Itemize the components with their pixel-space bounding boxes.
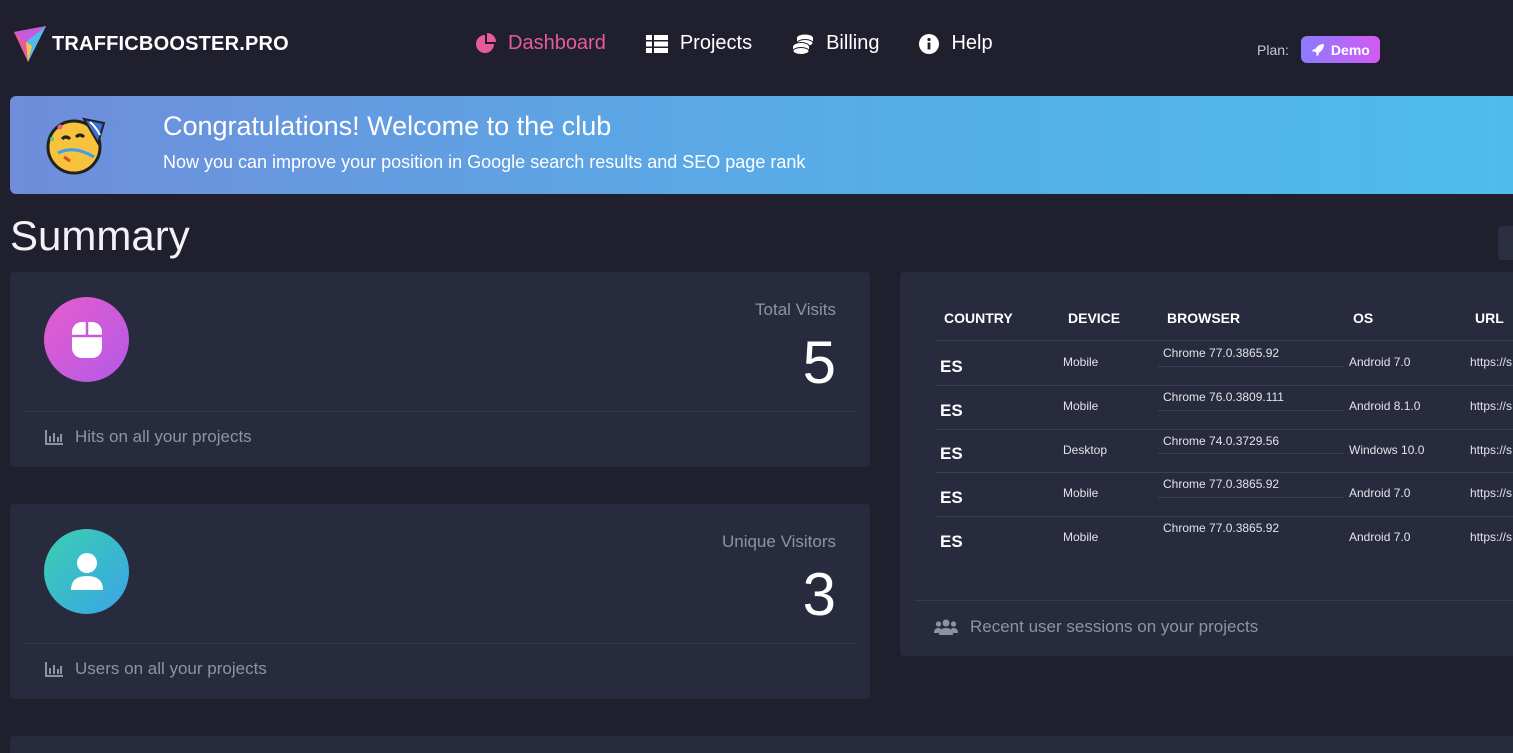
cell-country: ES bbox=[940, 401, 963, 420]
card-divider bbox=[915, 600, 1513, 601]
banner-subtitle: Now you can improve your position in Goo… bbox=[163, 152, 806, 172]
cell-country: ES bbox=[940, 444, 963, 463]
mouse-icon bbox=[71, 321, 102, 358]
cell-os: Android 7.0 bbox=[1349, 355, 1411, 369]
cell-country: ES bbox=[940, 488, 963, 507]
total-visits-card: Total Visits 5 Hits on all your projects bbox=[10, 272, 870, 467]
total-visits-label: Total Visits bbox=[755, 300, 836, 319]
nav-label-projects: Projects bbox=[679, 32, 753, 54]
cell-url[interactable]: https://s bbox=[1470, 443, 1512, 457]
row-divider bbox=[935, 385, 1513, 386]
plan-badge[interactable]: Demo bbox=[1300, 36, 1380, 63]
paper-plane-logo-icon bbox=[14, 26, 46, 62]
browser-cell-rule bbox=[1158, 366, 1343, 367]
browser-cell-rule bbox=[1158, 410, 1343, 411]
table-header-rule bbox=[935, 340, 1513, 341]
unique-visitors-label: Unique Visitors bbox=[721, 532, 836, 551]
brand-logo[interactable]: TRAFFICBOOSTER.PRO bbox=[12, 24, 289, 64]
recent-sessions-card: COUNTRY DEVICE BROWSER OS URL ES Mobile … bbox=[900, 272, 1513, 656]
col-header-country[interactable]: COUNTRY bbox=[944, 310, 1013, 326]
unique-visitors-card: Unique Visitors 3 Users on all your proj… bbox=[10, 504, 870, 699]
nav-item-billing[interactable]: Billing bbox=[792, 32, 879, 55]
bar-chart-icon bbox=[45, 661, 63, 677]
table-icon bbox=[645, 34, 668, 53]
unique-visitors-value: 3 bbox=[802, 561, 836, 628]
browser-cell-rule bbox=[1158, 497, 1343, 498]
bar-chart-icon bbox=[45, 429, 63, 445]
unique-visitors-footer-text: Users on all your projects bbox=[75, 659, 267, 678]
top-header: TRAFFICBOOSTER.PRO Dashboard Projects Bi… bbox=[0, 0, 1513, 92]
nav-item-projects[interactable]: Projects bbox=[645, 32, 753, 55]
brand-name: TRAFFICBOOSTER.PRO bbox=[52, 32, 289, 55]
cell-device: Mobile bbox=[1063, 399, 1099, 413]
cell-device: Mobile bbox=[1063, 486, 1099, 500]
info-icon bbox=[919, 33, 940, 54]
cell-country: ES bbox=[940, 357, 963, 376]
nav-item-dashboard[interactable]: Dashboard bbox=[474, 32, 606, 55]
coins-icon bbox=[792, 34, 814, 55]
row-divider bbox=[935, 429, 1513, 430]
total-visits-value: 5 bbox=[802, 329, 836, 396]
plan-value: Demo bbox=[1330, 41, 1370, 58]
rocket-icon bbox=[1311, 43, 1324, 56]
cell-browser: Chrome 74.0.3729.56 bbox=[1163, 434, 1280, 448]
recent-sessions-footer-text: Recent user sessions on your projects bbox=[970, 617, 1259, 636]
nav-label-dashboard: Dashboard bbox=[508, 32, 606, 54]
page-title: Summary bbox=[10, 212, 190, 259]
plan-label: Plan: bbox=[1257, 41, 1289, 58]
row-divider bbox=[935, 516, 1513, 517]
main-nav: Dashboard Projects Billing Help bbox=[474, 32, 1033, 55]
cell-browser: Chrome 77.0.3865.92 bbox=[1163, 477, 1280, 491]
bottom-card bbox=[10, 736, 1513, 753]
row-divider bbox=[935, 472, 1513, 473]
nav-label-help: Help bbox=[951, 32, 993, 54]
cell-country: ES bbox=[940, 532, 963, 551]
nav-label-billing: Billing bbox=[826, 32, 880, 54]
cell-browser: Chrome 76.0.3809.111 bbox=[1163, 390, 1284, 404]
cell-os: Android 7.0 bbox=[1349, 486, 1411, 500]
cell-browser: Chrome 77.0.3865.92 bbox=[1163, 346, 1280, 360]
plan-indicator: Plan: Demo bbox=[1257, 36, 1380, 63]
cell-device: Desktop bbox=[1063, 443, 1108, 457]
banner-title: Congratulations! Welcome to the club bbox=[163, 111, 612, 141]
card-divider bbox=[24, 411, 856, 412]
col-header-browser[interactable]: BROWSER bbox=[1167, 310, 1240, 326]
col-header-os[interactable]: OS bbox=[1353, 310, 1373, 326]
cell-device: Mobile bbox=[1063, 355, 1099, 369]
party-face-icon bbox=[46, 117, 106, 175]
nav-item-help[interactable]: Help bbox=[919, 32, 993, 55]
browser-cell-rule bbox=[1158, 453, 1343, 454]
welcome-banner: Congratulations! Welcome to the club Now… bbox=[10, 96, 1513, 194]
cell-os: Android 7.0 bbox=[1349, 530, 1411, 544]
cell-device: Mobile bbox=[1063, 530, 1099, 544]
pie-chart-icon bbox=[476, 32, 496, 53]
summary-action-button[interactable] bbox=[1498, 226, 1513, 260]
cell-browser: Chrome 77.0.3865.92 bbox=[1163, 521, 1280, 535]
mouse-icon-circle bbox=[44, 297, 129, 382]
user-icon-circle bbox=[44, 529, 129, 614]
col-header-device[interactable]: DEVICE bbox=[1068, 310, 1120, 326]
cell-os: Android 8.1.0 bbox=[1349, 399, 1421, 413]
unique-visitors-footer: Users on all your projects bbox=[45, 659, 267, 679]
user-icon bbox=[70, 552, 103, 590]
users-icon bbox=[934, 619, 958, 635]
cell-url[interactable]: https://s bbox=[1470, 355, 1512, 369]
cell-url[interactable]: https://s bbox=[1470, 486, 1512, 500]
cell-url[interactable]: https://s bbox=[1470, 399, 1512, 413]
recent-sessions-footer: Recent user sessions on your projects bbox=[934, 617, 1258, 637]
card-divider bbox=[24, 643, 856, 644]
total-visits-footer: Hits on all your projects bbox=[45, 427, 252, 447]
col-header-url[interactable]: URL bbox=[1475, 310, 1504, 326]
cell-url[interactable]: https://s bbox=[1470, 530, 1512, 544]
cell-os: Windows 10.0 bbox=[1349, 443, 1425, 457]
total-visits-footer-text: Hits on all your projects bbox=[75, 427, 252, 446]
